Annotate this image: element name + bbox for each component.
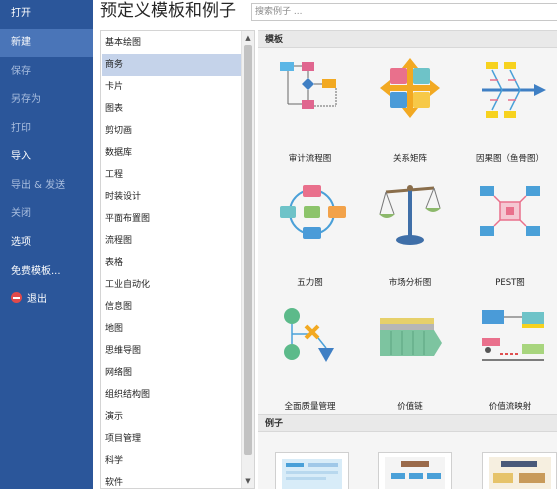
example-thumbnail[interactable] — [482, 452, 557, 489]
template-label: 价值流映射 — [488, 402, 532, 412]
exit-icon — [11, 292, 22, 303]
five-forces-icon — [280, 185, 346, 239]
nav-import[interactable]: 导入 — [0, 143, 93, 171]
nav-new-label: 新建 — [11, 37, 31, 48]
nav-print-label: 打印 — [11, 123, 31, 134]
value-chain-icon — [380, 318, 442, 356]
nav-save-label: 保存 — [11, 66, 31, 77]
template-value-chain[interactable]: 价值链 — [360, 300, 460, 424]
nav-options[interactable]: 选项 — [0, 229, 93, 257]
scroll-up-icon[interactable]: ▲ — [242, 32, 254, 44]
relationship-matrix-icon — [380, 58, 440, 118]
category-item[interactable]: 工程 — [102, 164, 241, 186]
value-stream-map-icon — [482, 310, 544, 361]
template-fishbone[interactable]: 因果图（鱼骨图） — [460, 52, 557, 176]
nav-close-label: 关闭 — [11, 208, 31, 219]
tqm-diagram-icon — [284, 308, 334, 362]
nav-new[interactable]: 新建 — [0, 29, 93, 57]
nav-save-as[interactable]: 另存为 — [0, 86, 93, 114]
search-input[interactable] — [251, 3, 557, 21]
audit-flowchart-icon — [280, 62, 337, 109]
nav-exit[interactable]: 退出 — [0, 286, 93, 314]
category-item-selected[interactable]: 商务 — [102, 54, 241, 76]
category-scrollbar[interactable]: ▲ ▼ — [241, 31, 254, 488]
category-list: 基本绘图 商务 卡片 图表 剪切画 数据库 工程 时装设计 平面布置图 流程图 … — [100, 30, 255, 489]
category-item[interactable]: 表格 — [102, 252, 241, 274]
category-item[interactable]: 地图 — [102, 318, 241, 340]
template-pest[interactable]: PEST图 — [460, 176, 557, 300]
template-relationship-matrix[interactable]: 关系矩阵 — [360, 52, 460, 176]
template-tqm[interactable]: 全面质量管理 — [260, 300, 360, 424]
example-preview-icon — [282, 459, 342, 489]
template-label: PEST图 — [495, 278, 525, 288]
balance-scale-icon — [379, 185, 441, 245]
nav-free-templates[interactable]: 免费模板... — [0, 258, 93, 286]
category-item[interactable]: 演示 — [102, 406, 241, 428]
category-item[interactable]: 信息图 — [102, 296, 241, 318]
example-preview-icon — [489, 457, 551, 489]
category-item[interactable]: 平面布置图 — [102, 208, 241, 230]
nav-open-label: 打开 — [11, 8, 31, 19]
nav-options-label: 选项 — [11, 237, 31, 248]
category-item[interactable]: 流程图 — [102, 230, 241, 252]
page-title: 预定义模板和例子 — [100, 1, 236, 21]
template-label: 市场分析图 — [388, 278, 432, 288]
backstage-nav: 打开 新建 保存 另存为 打印 导入 导出 & 发送 关闭 选项 免费模板...… — [0, 0, 93, 489]
category-item[interactable]: 网络图 — [102, 362, 241, 384]
nav-close[interactable]: 关闭 — [0, 200, 93, 228]
category-item[interactable]: 项目管理 — [102, 428, 241, 450]
nav-open[interactable]: 打开 — [0, 0, 93, 28]
scroll-down-icon[interactable]: ▼ — [242, 475, 254, 487]
template-label: 因果图（鱼骨图） — [475, 154, 544, 164]
template-label: 关系矩阵 — [392, 154, 427, 164]
nav-exit-label: 退出 — [27, 294, 47, 305]
template-five-forces[interactable]: 五力图 — [260, 176, 360, 300]
category-item[interactable]: 软件 — [102, 472, 241, 488]
category-item[interactable]: 科学 — [102, 450, 241, 472]
nav-print[interactable]: 打印 — [0, 115, 93, 143]
category-item[interactable]: 数据库 — [102, 142, 241, 164]
template-label: 价值链 — [397, 402, 423, 412]
category-item[interactable]: 图表 — [102, 98, 241, 120]
example-thumbnail[interactable] — [378, 452, 452, 489]
nav-save[interactable]: 保存 — [0, 58, 93, 86]
example-preview-icon — [385, 457, 445, 489]
examples-section-header: 例子 — [258, 414, 557, 432]
template-value-stream-map[interactable]: 价值流映射 — [460, 300, 557, 424]
category-item[interactable]: 思维导图 — [102, 340, 241, 362]
category-item[interactable]: 基本绘图 — [102, 32, 241, 54]
category-item[interactable]: 时装设计 — [102, 186, 241, 208]
template-pane: 模板 审计流程图 关系矩阵 因果图（鱼骨图） 五力图 市场分析图 PEST图 全… — [258, 30, 557, 489]
category-item[interactable]: 卡片 — [102, 76, 241, 98]
category-item[interactable]: 剪切画 — [102, 120, 241, 142]
templates-section-header: 模板 — [258, 30, 557, 48]
template-label: 审计流程图 — [288, 154, 332, 164]
nav-save-as-label: 另存为 — [11, 94, 41, 105]
nav-import-label: 导入 — [11, 151, 31, 162]
pest-diagram-icon — [480, 186, 540, 236]
template-label: 五力图 — [297, 278, 323, 288]
example-thumbnail[interactable] — [275, 452, 349, 489]
scrollbar-thumb[interactable] — [244, 45, 252, 455]
nav-free-templates-label: 免费模板... — [11, 266, 61, 277]
template-audit-flowchart[interactable]: 审计流程图 — [260, 52, 360, 176]
nav-export-send[interactable]: 导出 & 发送 — [0, 172, 93, 200]
template-label: 全面质量管理 — [284, 402, 336, 412]
category-item[interactable]: 工业自动化 — [102, 274, 241, 296]
category-item[interactable]: 组织结构图 — [102, 384, 241, 406]
template-market-analysis[interactable]: 市场分析图 — [360, 176, 460, 300]
fishbone-diagram-icon — [482, 62, 546, 118]
nav-export-send-label: 导出 & 发送 — [11, 180, 66, 191]
